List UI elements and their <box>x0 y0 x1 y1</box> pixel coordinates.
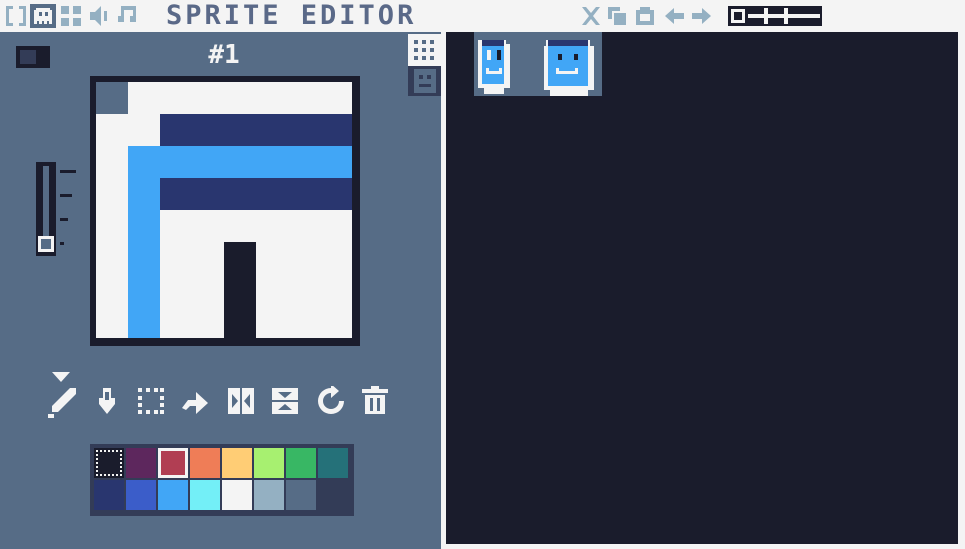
palette-swatch[interactable] <box>126 448 156 478</box>
sprite-icon[interactable] <box>30 4 56 28</box>
face-icon[interactable] <box>408 66 442 96</box>
flip-vertical-icon[interactable] <box>270 386 300 416</box>
editor-panel: #1 <box>0 32 442 549</box>
size-toggle[interactable] <box>16 46 50 68</box>
music-icon[interactable] <box>114 4 138 28</box>
palette-swatch[interactable] <box>158 480 188 510</box>
cut-icon[interactable] <box>580 4 602 28</box>
rotate-icon[interactable] <box>316 386 346 416</box>
canvas-pixel-column <box>224 242 256 338</box>
sprite-canvas[interactable] <box>90 76 360 346</box>
palette-swatch[interactable] <box>94 448 124 478</box>
palette-swatch[interactable] <box>126 480 156 510</box>
paste-icon[interactable] <box>634 4 656 28</box>
fill-bucket-icon[interactable] <box>92 386 122 416</box>
top-bar: SPRITE EDITOR <box>0 0 965 32</box>
palette-swatch[interactable] <box>318 448 348 478</box>
map-icon[interactable] <box>60 4 82 28</box>
select-icon[interactable] <box>136 386 166 416</box>
sprite-1-face <box>544 40 594 96</box>
redo-icon[interactable] <box>690 4 712 28</box>
sprite-sheet[interactable] <box>446 32 958 544</box>
move-icon[interactable] <box>180 386 210 416</box>
canvas-pixel-row <box>160 114 352 146</box>
palette-swatch[interactable] <box>94 480 124 510</box>
sprite-index: #1 <box>208 40 240 70</box>
palette-swatch[interactable] <box>190 480 220 510</box>
code-icon[interactable] <box>4 4 28 28</box>
canvas-pixel <box>96 82 128 114</box>
sprite-sheet-tiles <box>474 32 602 96</box>
palette-swatch[interactable] <box>190 448 220 478</box>
palette-swatch[interactable] <box>254 480 284 510</box>
palette-swatch[interactable] <box>318 480 348 510</box>
grid-icon[interactable] <box>408 34 442 66</box>
palette-swatch[interactable] <box>222 480 252 510</box>
color-palette <box>90 444 354 516</box>
canvas-pixel-row <box>128 146 352 178</box>
copy-icon[interactable] <box>606 4 628 28</box>
flip-horizontal-icon[interactable] <box>226 386 256 416</box>
palette-swatch[interactable] <box>222 448 252 478</box>
sfx-icon[interactable] <box>88 4 112 28</box>
sprite-0-face <box>478 40 510 94</box>
undo-icon[interactable] <box>664 4 686 28</box>
page-title: SPRITE EDITOR <box>166 0 417 31</box>
palette-swatch[interactable] <box>286 448 316 478</box>
pencil-icon[interactable] <box>46 370 80 420</box>
brush-size-slider[interactable] <box>34 162 80 256</box>
canvas-pixel-column <box>128 178 160 338</box>
palette-swatch[interactable] <box>254 448 284 478</box>
palette-swatch[interactable] <box>158 448 188 478</box>
palette-swatch[interactable] <box>286 480 316 510</box>
delete-icon[interactable] <box>360 386 390 416</box>
canvas-pixel-row <box>160 178 352 210</box>
bank-toggle[interactable] <box>728 6 822 26</box>
